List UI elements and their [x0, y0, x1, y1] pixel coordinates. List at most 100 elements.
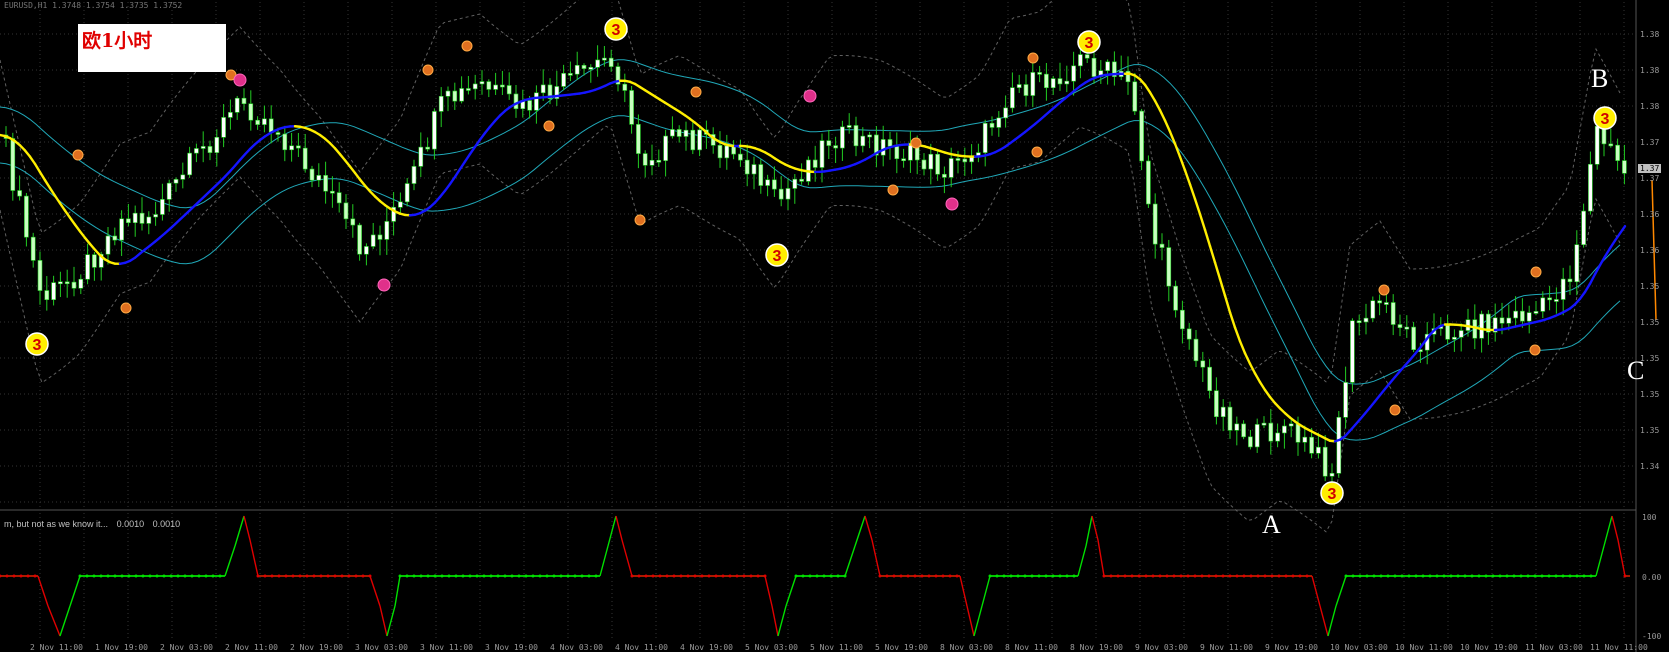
candle-body[interactable] — [1547, 297, 1552, 301]
signal-marker[interactable] — [1031, 146, 1043, 158]
candle-body[interactable] — [500, 84, 505, 88]
candle-body[interactable] — [1520, 310, 1525, 322]
candle-body[interactable] — [479, 81, 485, 85]
candle-body[interactable] — [126, 218, 131, 223]
candle-body[interactable] — [819, 140, 825, 168]
candle-body[interactable] — [289, 145, 294, 151]
candle-body[interactable] — [697, 129, 702, 151]
candle-body[interactable] — [78, 278, 84, 289]
candle-body[interactable] — [561, 73, 566, 87]
candle-body[interactable] — [1533, 311, 1539, 314]
candle-body[interactable] — [1071, 65, 1076, 82]
candle-body[interactable] — [17, 190, 22, 197]
candle-body[interactable] — [1268, 422, 1274, 442]
candle-body[interactable] — [513, 93, 519, 110]
candle-body[interactable] — [1152, 203, 1158, 245]
candle-body[interactable] — [228, 112, 233, 118]
candle-body[interactable] — [901, 158, 906, 162]
candle-body[interactable] — [1050, 78, 1056, 89]
candle-body[interactable] — [948, 158, 954, 178]
candle-body[interactable] — [636, 124, 641, 154]
candle-body[interactable] — [826, 140, 832, 146]
candle-body[interactable] — [1091, 57, 1097, 77]
candle-body[interactable] — [425, 146, 430, 150]
candle-body[interactable] — [1282, 425, 1287, 434]
candle-body[interactable] — [955, 158, 961, 161]
candle-body[interactable] — [1084, 54, 1090, 59]
candle-body[interactable] — [139, 212, 145, 224]
candle-body[interactable] — [1003, 107, 1008, 119]
candle-body[interactable] — [1248, 436, 1253, 448]
candle-body[interactable] — [1479, 313, 1484, 339]
candle-body[interactable] — [962, 158, 968, 163]
candle-body[interactable] — [758, 164, 764, 186]
candle-body[interactable] — [248, 103, 254, 121]
candle-body[interactable] — [296, 145, 301, 149]
signal-marker[interactable] — [887, 184, 899, 196]
candle-body[interactable] — [1608, 143, 1614, 147]
candle-body[interactable] — [1411, 326, 1416, 350]
candle-body[interactable] — [853, 125, 859, 147]
candle-body[interactable] — [459, 88, 464, 102]
candle-body[interactable] — [51, 282, 56, 300]
signal-marker[interactable] — [690, 86, 702, 98]
candle-body[interactable] — [1615, 144, 1620, 161]
candle-body[interactable] — [928, 153, 934, 170]
candle-body[interactable] — [10, 138, 16, 191]
candle-body[interactable] — [568, 73, 573, 76]
candle-body[interactable] — [1343, 382, 1348, 418]
candle-body[interactable] — [1166, 247, 1172, 287]
candle-body[interactable] — [357, 224, 362, 255]
candle-body[interactable] — [799, 178, 804, 182]
candle-body[interactable] — [629, 90, 634, 125]
candle-body[interactable] — [1329, 473, 1335, 477]
candle-body[interactable] — [1445, 325, 1450, 340]
candle-body[interactable] — [540, 84, 546, 94]
candle-body[interactable] — [262, 118, 267, 125]
candle-body[interactable] — [1560, 278, 1566, 300]
candle-body[interactable] — [880, 139, 886, 156]
candle-body[interactable] — [1078, 54, 1083, 67]
candle-body[interactable] — [132, 212, 138, 223]
candle-body[interactable] — [1377, 300, 1382, 304]
candle-body[interactable] — [64, 281, 70, 285]
candle-body[interactable] — [581, 65, 587, 69]
candle-body[interactable] — [574, 65, 580, 75]
candle-body[interactable] — [1295, 423, 1301, 443]
candle-body[interactable] — [1622, 160, 1627, 174]
candle-body[interactable] — [738, 153, 743, 161]
candle-body[interactable] — [670, 129, 675, 137]
candle-body[interactable] — [404, 183, 410, 203]
candle-body[interactable] — [1139, 110, 1144, 162]
candle-body[interactable] — [846, 125, 852, 128]
candle-body[interactable] — [1200, 360, 1206, 368]
candle-body[interactable] — [656, 159, 662, 163]
signal-marker[interactable] — [72, 149, 84, 161]
candle-body[interactable] — [1554, 299, 1559, 302]
candle-body[interactable] — [1404, 326, 1410, 330]
candle-body[interactable] — [1023, 84, 1029, 96]
candle-body[interactable] — [241, 97, 247, 105]
candle-body[interactable] — [58, 281, 63, 285]
candle-body[interactable] — [1180, 309, 1185, 330]
candle-body[interactable] — [1132, 81, 1138, 112]
candle-body[interactable] — [1567, 278, 1573, 283]
candle-body[interactable] — [506, 85, 512, 95]
candle-body[interactable] — [785, 188, 791, 200]
candle-body[interactable] — [187, 152, 192, 176]
signal-marker[interactable] — [634, 214, 646, 226]
candle-body[interactable] — [466, 88, 471, 91]
candle-body[interactable] — [1350, 320, 1355, 383]
candle-body[interactable] — [343, 202, 349, 220]
candle-body[interactable] — [418, 146, 424, 167]
candle-body[interactable] — [350, 218, 356, 226]
candle-body[interactable] — [268, 118, 274, 133]
candle-body[interactable] — [833, 145, 838, 149]
candle-body[interactable] — [1234, 423, 1240, 431]
candle-body[interactable] — [602, 57, 607, 61]
candle-body[interactable] — [452, 90, 458, 102]
candle-body[interactable] — [1105, 61, 1110, 71]
signal-marker-pink[interactable] — [233, 73, 247, 87]
candle-body[interactable] — [173, 179, 179, 184]
candle-body[interactable] — [160, 199, 165, 215]
